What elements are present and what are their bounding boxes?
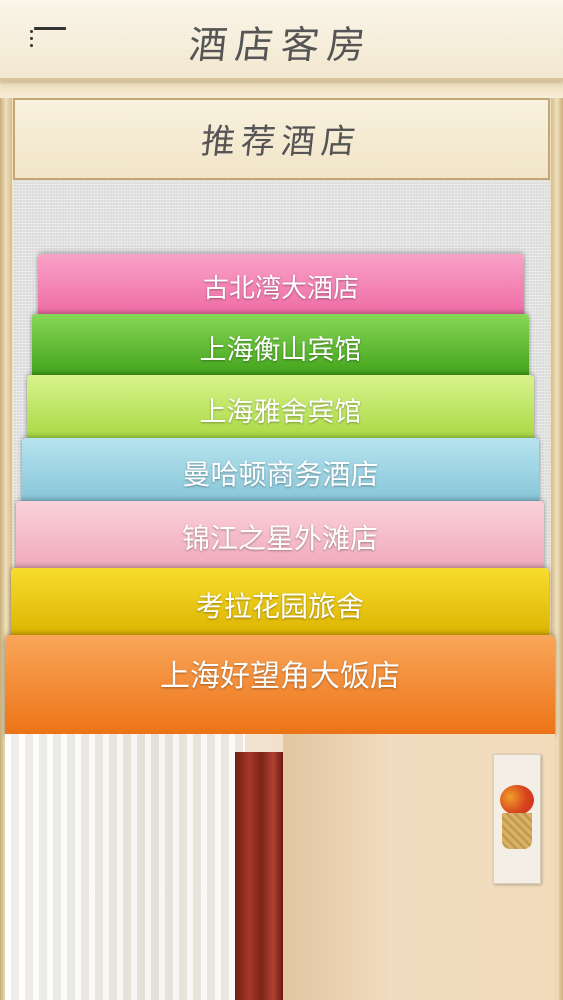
hotel-card-hengshan[interactable]: 上海衡山宾馆 — [32, 314, 529, 376]
section-header: 推荐酒店 — [13, 98, 550, 180]
hotel-card-jinjiang-bund[interactable]: 锦江之星外滩店 — [16, 501, 544, 569]
red-curtain — [235, 752, 283, 1000]
frame-top — [0, 78, 563, 98]
top-app-bar: 酒店客房 — [0, 0, 563, 81]
hotel-name: 上海雅舍宾馆 — [199, 397, 362, 427]
page-title: 酒店客房 — [186, 23, 376, 67]
hotel-name: 上海好望角大饭店 — [160, 660, 400, 693]
fruit-icon — [500, 785, 534, 815]
room-photo — [5, 734, 555, 1000]
hotel-card-manhattan[interactable]: 曼哈顿商务酒店 — [22, 438, 539, 502]
hotel-name: 上海衡山宾馆 — [199, 335, 362, 365]
hotel-card-cape-of-good-hope[interactable]: 上海好望角大饭店 — [5, 635, 555, 735]
hotel-name: 古北湾大酒店 — [202, 273, 359, 303]
wall-picture — [493, 754, 541, 884]
hotel-card-yashe[interactable]: 上海雅舍宾馆 — [27, 375, 534, 439]
hotel-name: 曼哈顿商务酒店 — [182, 459, 379, 490]
hotel-card-gubeiwan[interactable]: 古北湾大酒店 — [38, 254, 524, 316]
hotel-name: 考拉花园旅舍 — [195, 591, 364, 622]
section-title: 推荐酒店 — [199, 122, 364, 162]
hotel-card-koala-garden[interactable]: 考拉花园旅舍 — [11, 568, 549, 636]
basket-icon — [502, 813, 532, 849]
sheer-curtain — [5, 734, 245, 1000]
hotel-name: 锦江之星外滩店 — [181, 523, 378, 554]
